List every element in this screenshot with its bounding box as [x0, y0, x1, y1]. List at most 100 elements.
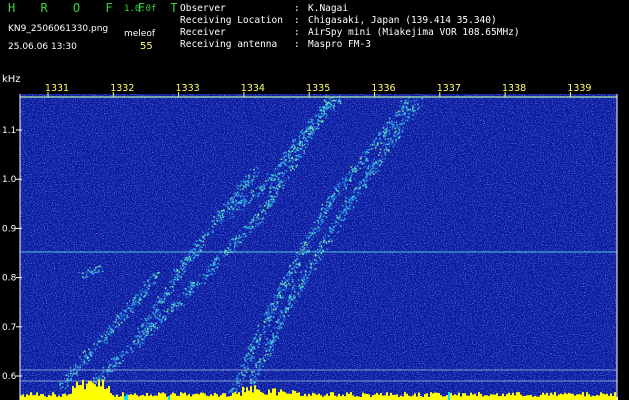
baseline-bar [342, 394, 344, 400]
baseline-bar [26, 394, 28, 400]
baseline-bar [454, 394, 456, 400]
baseline-bar [506, 394, 508, 400]
baseline-bar [364, 393, 366, 400]
baseline-bar [296, 392, 298, 400]
baseline-bar [378, 394, 380, 400]
x-tick-label: 1338 [502, 83, 526, 94]
baseline-bar [164, 393, 166, 400]
x-tick-label: 1336 [371, 83, 395, 94]
baseline-bar [236, 393, 238, 400]
baseline-bar [550, 392, 552, 400]
baseline-bar [540, 394, 542, 400]
baseline-bar [180, 392, 182, 400]
baseline-bar [290, 393, 292, 400]
plot-speckle-texture [20, 94, 617, 400]
baseline-bar [352, 395, 354, 400]
baseline-bar [234, 392, 236, 400]
baseline-bar [174, 393, 176, 400]
baseline-bar [590, 396, 592, 400]
baseline-bar [286, 393, 288, 400]
baseline-bar [136, 395, 138, 400]
baseline-bar [414, 393, 416, 400]
baseline-bar [460, 396, 462, 400]
baseline-bar [48, 394, 50, 400]
baseline-bar [44, 396, 46, 400]
baseline-bar [510, 395, 512, 400]
baseline-bar [536, 396, 538, 400]
baseline-bar [558, 394, 560, 400]
baseline-bar [534, 395, 536, 400]
baseline-bar [230, 395, 232, 400]
baseline-bar [458, 392, 460, 400]
baseline-bar [596, 394, 598, 400]
baseline-bar [542, 392, 544, 400]
spectrogram-chart: kHz 1331 1332 1333 1334 1335 1336 1337 1338 1339 1… [2, 74, 618, 400]
baseline-bar [452, 395, 454, 400]
baseline-bar [66, 395, 68, 400]
baseline-bar [406, 393, 408, 400]
baseline-bar [52, 392, 54, 400]
baseline-bar [294, 391, 296, 400]
baseline-bar [86, 383, 88, 400]
baseline-bar [580, 394, 582, 400]
baseline-bar [404, 392, 406, 400]
baseline-bar [276, 395, 278, 400]
baseline-bar [340, 396, 342, 400]
baseline-bar [356, 396, 358, 400]
baseline-bar [582, 392, 584, 400]
baseline-bar [200, 392, 202, 400]
baseline-bar [80, 385, 82, 400]
baseline-bar [572, 393, 574, 400]
baseline-bar [446, 395, 448, 400]
baseline-bar [358, 396, 360, 400]
baseline-bar [412, 395, 414, 400]
baseline-bar [462, 393, 464, 400]
baseline-bar [498, 396, 500, 400]
baseline-bar [214, 392, 216, 400]
baseline-bar [22, 394, 24, 400]
baseline-bar [602, 393, 604, 400]
baseline-bar [138, 396, 140, 400]
baseline-bar [332, 392, 334, 400]
baseline-bar [144, 396, 146, 400]
baseline-bar [394, 395, 396, 400]
baseline-bar [64, 393, 66, 400]
baseline-bar [266, 394, 268, 400]
baseline-bar [610, 393, 612, 400]
baseline-bar [106, 388, 108, 400]
y-tick-label: 1.1 [2, 126, 16, 136]
y-tick-label: 0.7 [2, 323, 16, 333]
baseline-bar [396, 394, 398, 400]
baseline-bar [548, 395, 550, 400]
baseline-bar [390, 393, 392, 400]
x-tick-label: 1334 [241, 83, 265, 94]
baseline-bar [566, 393, 568, 400]
baseline-bar [228, 396, 230, 400]
baseline-bar [72, 386, 74, 400]
baseline-bar [310, 395, 312, 400]
baseline-bar [224, 393, 226, 400]
baseline-bar [366, 394, 368, 400]
baseline-bar [318, 393, 320, 400]
baseline-bar [96, 386, 98, 400]
baseline-bar [426, 393, 428, 400]
y-tick-label: 0.8 [2, 274, 17, 284]
baseline-bar [306, 396, 308, 400]
baseline-bar [492, 394, 494, 400]
baseline-bar [242, 386, 244, 400]
baseline-bar [142, 394, 144, 400]
baseline-bar [518, 392, 520, 400]
baseline-bar [326, 393, 328, 400]
baseline-bar [348, 393, 350, 400]
baseline-bar [560, 393, 562, 400]
baseline-bar [470, 392, 472, 400]
baseline-bar [232, 392, 234, 400]
baseline-bar [76, 381, 78, 400]
y-tick-label: 0.6 [2, 372, 17, 382]
baseline-bar [42, 394, 44, 400]
baseline-bar [300, 395, 302, 400]
baseline-bar [568, 393, 570, 400]
baseline-bar [264, 394, 266, 400]
baseline-bar [614, 392, 616, 400]
baseline-bar [304, 393, 306, 400]
